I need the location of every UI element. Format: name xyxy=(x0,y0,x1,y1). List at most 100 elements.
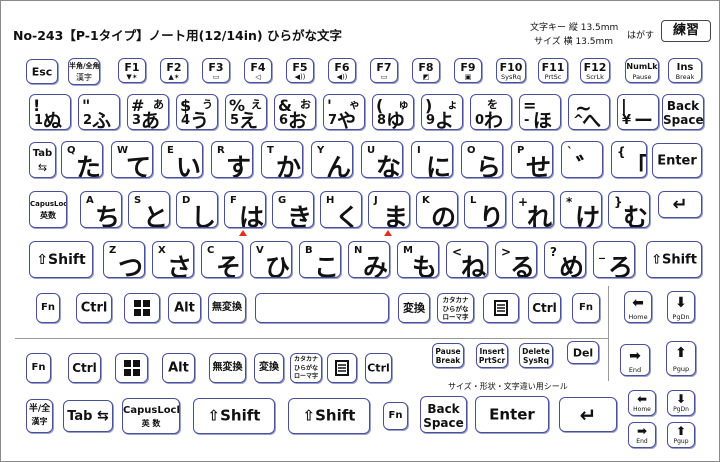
key-w[interactable]: W て xyxy=(111,141,153,178)
spare-kana-key[interactable]: カタカナ ひらがな ローマ字 xyxy=(290,353,322,383)
capslock-key[interactable]: CapusLock 英数 xyxy=(29,191,67,228)
enter-large-key[interactable]: Enter xyxy=(475,396,549,433)
kana-key[interactable]: カタカナ ひらがな ローマ字 xyxy=(437,293,474,323)
f4-key[interactable]: F4 ◁ xyxy=(244,58,272,83)
f5-key[interactable]: F5 ◀)) xyxy=(286,58,314,83)
key-3[interactable]: # あ あ 3 xyxy=(127,94,169,130)
backspace-large-key[interactable]: Back Space xyxy=(420,396,467,433)
f1-key[interactable]: F1 ▼✶ xyxy=(118,58,146,83)
key-1[interactable]: ! ぬ 1 xyxy=(29,94,71,130)
tab-key[interactable]: Tab ⇆ xyxy=(29,142,56,178)
key-n[interactable]: N み xyxy=(348,241,390,278)
key-comma[interactable]: < ね xyxy=(446,241,488,278)
enter-key[interactable]: Enter xyxy=(652,143,702,178)
pgdn-key[interactable]: ⬇ PgDn xyxy=(667,291,695,323)
end-small-key[interactable]: ➡ End xyxy=(628,422,656,448)
f9-key[interactable]: F9 ▣ xyxy=(454,58,482,83)
hankaku-large-key[interactable]: 半/全 漢字 xyxy=(26,399,53,433)
insert-prtscr-key[interactable]: Insert PrtScr xyxy=(476,343,508,368)
key-k[interactable]: K の xyxy=(416,191,458,228)
key-q[interactable]: Q た xyxy=(61,141,103,178)
tab-large-key[interactable]: Tab ⇆ xyxy=(63,400,113,432)
key-at[interactable]: ` ゛ xyxy=(561,141,603,178)
spare-alt-key[interactable]: Alt xyxy=(162,353,195,383)
key-period[interactable]: > る xyxy=(495,241,537,278)
esc-key[interactable]: Esc xyxy=(26,59,58,84)
key-colon[interactable]: * け xyxy=(560,191,602,228)
space-key[interactable] xyxy=(255,293,389,323)
key-semicolon[interactable]: + れ xyxy=(512,191,554,228)
f2-key[interactable]: F2 ▲✶ xyxy=(160,58,188,83)
capslock-large-key[interactable]: CapusLock 英 数 xyxy=(122,398,180,434)
key-z[interactable]: Z つ xyxy=(103,241,145,278)
key-a[interactable]: A ち xyxy=(80,191,122,228)
key-v[interactable]: V ひ xyxy=(250,241,292,278)
key-0[interactable]: を わ 0 xyxy=(470,94,512,130)
fn-large-key[interactable]: Fn xyxy=(383,402,408,430)
key-g[interactable]: G き xyxy=(272,191,314,228)
key-h[interactable]: H く xyxy=(320,191,362,228)
key-minus[interactable]: = ほ - xyxy=(519,94,561,130)
home-key[interactable]: ⬅ Home xyxy=(624,291,652,323)
pgup-small-key[interactable]: ⬆ Pgup xyxy=(667,422,695,448)
key-yen[interactable]: | ー ¥ xyxy=(617,94,659,130)
shift-large-key-2[interactable]: ⇧Shift xyxy=(288,398,370,434)
delete-sysrq-key[interactable]: Delete SysRq xyxy=(519,343,553,368)
shift-left-key[interactable]: ⇧Shift xyxy=(29,241,93,278)
ctrl-right-key[interactable]: Ctrl xyxy=(528,293,561,323)
f10-key[interactable]: F10 SysRq xyxy=(496,58,526,83)
hankaku-key[interactable]: 半角/全角 漢字 xyxy=(68,58,100,85)
muhenkan-key[interactable]: 無変換 xyxy=(208,293,246,323)
enter-return-large-key[interactable]: ↵ xyxy=(559,397,617,432)
f11-key[interactable]: F11 PrtSc xyxy=(538,58,568,83)
key-y[interactable]: Y ん xyxy=(311,141,353,178)
key-9[interactable]: ) ょ よ 9 xyxy=(421,94,463,130)
ctrl-left-key[interactable]: Ctrl xyxy=(76,293,112,323)
spare-windows-key[interactable] xyxy=(115,353,148,383)
key-t[interactable]: T か xyxy=(261,141,303,178)
pgup-key[interactable]: ⬆ Pgup xyxy=(666,341,696,376)
key-e[interactable]: E い xyxy=(161,141,203,178)
key-f[interactable]: F は xyxy=(224,191,266,228)
key-o[interactable]: O ら xyxy=(461,141,503,178)
f6-key[interactable]: F6 ◀)) xyxy=(328,58,356,83)
backspace-key[interactable]: Back Space xyxy=(662,94,704,130)
spare-muhenkan-key[interactable]: 無変換 xyxy=(209,353,246,383)
key-bracket-close[interactable]: } む xyxy=(608,191,650,228)
enter-return-key[interactable]: ↵ xyxy=(658,191,702,218)
key-bracket-open[interactable]: { 「 xyxy=(611,141,647,178)
key-i[interactable]: I に xyxy=(411,141,453,178)
key-r[interactable]: R す xyxy=(211,141,253,178)
key-c[interactable]: C そ xyxy=(201,241,243,278)
insert-key[interactable]: Ins Break xyxy=(668,58,702,83)
f3-key[interactable]: F3 ▭ xyxy=(202,58,230,83)
key-u[interactable]: U な xyxy=(361,141,403,178)
f8-key[interactable]: F8 ◩ xyxy=(412,58,440,83)
key-s[interactable]: S と xyxy=(128,191,170,228)
key-4[interactable]: $ う う 4 xyxy=(176,94,218,130)
home-small-key[interactable]: ⬅ Home xyxy=(628,390,656,416)
henkan-key[interactable]: 変換 xyxy=(398,293,430,323)
shift-large-key-1[interactable]: ⇧Shift xyxy=(193,398,275,434)
spare-ctrl-key[interactable]: Ctrl xyxy=(68,353,101,383)
shift-right-key[interactable]: ⇧Shift xyxy=(646,241,702,278)
key-l[interactable]: L り xyxy=(464,191,506,228)
key-j[interactable]: J ま xyxy=(368,191,410,228)
menu-key[interactable] xyxy=(483,293,519,323)
spare-ctrl-right-key[interactable]: Ctrl xyxy=(365,353,392,383)
del-key[interactable]: Del xyxy=(567,341,599,364)
key-slash[interactable]: ? め xyxy=(544,241,586,278)
key-b[interactable]: B こ xyxy=(299,241,341,278)
key-p[interactable]: P せ xyxy=(511,141,553,178)
key-5[interactable]: % え え 5 xyxy=(225,94,267,130)
pgdn-small-key[interactable]: ⬇ PgDn xyxy=(667,390,695,416)
key-6[interactable]: & お お 6 xyxy=(274,94,316,130)
fn-key[interactable]: Fn xyxy=(36,293,60,323)
end-key[interactable]: ➡ End xyxy=(620,344,650,376)
windows-key[interactable] xyxy=(124,293,160,323)
alt-key[interactable]: Alt xyxy=(168,293,201,323)
key-x[interactable]: X さ xyxy=(152,241,194,278)
spare-fn-key[interactable]: Fn xyxy=(26,353,51,383)
key-d[interactable]: D し xyxy=(176,191,218,228)
key-2[interactable]: " ふ 2 xyxy=(78,94,120,130)
